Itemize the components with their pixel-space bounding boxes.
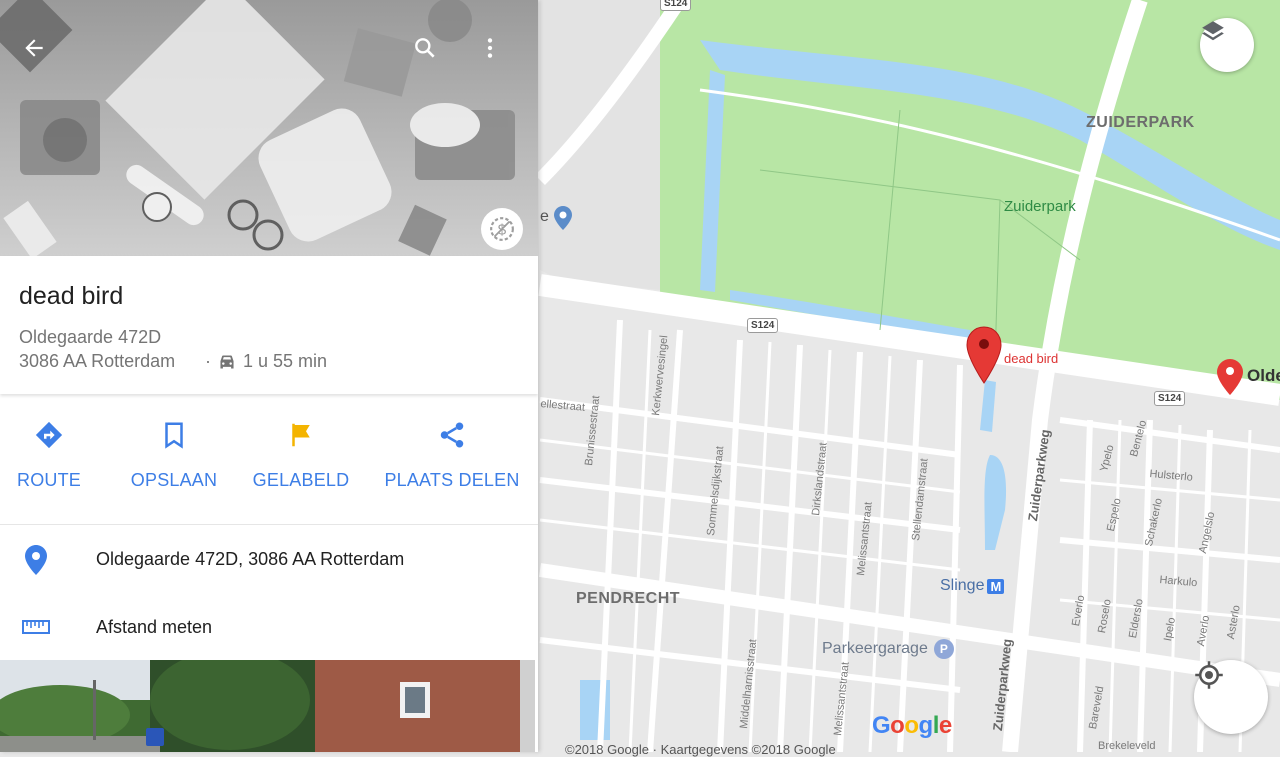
address-line2: 3086 AA Rotterdam	[19, 351, 176, 371]
directions-icon	[35, 421, 63, 449]
pin-label[interactable]: Olde	[1247, 366, 1280, 386]
layers-button[interactable]	[1200, 18, 1254, 72]
drive-time: · 1 u 55 min	[205, 351, 327, 372]
separator-dot: ·	[205, 351, 211, 371]
save-button[interactable]: OPSLAAN	[130, 420, 218, 491]
flag-icon	[292, 423, 310, 447]
map-copyright[interactable]: ©2018 Google · Kaartgegevens ©2018 Googl…	[565, 742, 836, 757]
my-location-button[interactable]	[1194, 660, 1268, 734]
search-button[interactable]	[405, 28, 445, 68]
share-place-label: PLAATS DELEN	[384, 470, 520, 490]
metro-station-label: Slinge	[940, 577, 985, 594]
street-label: Brekeleveld	[1098, 740, 1156, 752]
price-tag-icon: $	[490, 217, 514, 241]
google-logo: Google	[872, 712, 952, 739]
street-view-image	[0, 660, 535, 752]
parking-icon: P	[933, 639, 954, 659]
road-badge: S124	[660, 0, 692, 11]
search-icon	[415, 38, 435, 58]
street-view-photo[interactable]	[0, 660, 535, 752]
route-label: ROUTE	[17, 470, 81, 490]
place-hero-image: $	[0, 0, 538, 256]
share-place-button[interactable]: PLAATS DELEN	[384, 420, 520, 491]
district-pendrecht: PENDRECHT	[576, 590, 681, 607]
more-vert-icon	[487, 38, 493, 58]
car-icon	[220, 354, 234, 369]
full-address: Oldegaarde 472D, 3086 AA Rotterdam	[96, 549, 405, 569]
road-badge: S124	[747, 318, 779, 333]
shopping-illustration	[0, 0, 538, 256]
route-button[interactable]: ROUTE	[17, 420, 81, 491]
road-badge: S124	[1154, 391, 1186, 406]
place-panel: $ dead bird Oldegaarde 472D 3086 AA Rott…	[0, 0, 538, 752]
place-header	[0, 256, 538, 394]
parking-poi[interactable]: Parkeergarage P	[822, 639, 954, 659]
price-tag-badge: $	[481, 208, 523, 250]
divider	[0, 524, 538, 525]
location-pin-icon	[25, 545, 47, 575]
measure-distance-row[interactable]: Afstand meten	[0, 598, 538, 658]
labeled-button[interactable]: GELABELD	[253, 420, 349, 491]
pin-label[interactable]: dead bird	[1004, 351, 1058, 366]
more-options-button[interactable]	[470, 28, 510, 68]
back-button[interactable]	[14, 28, 54, 68]
partial-poi-label: e	[540, 208, 549, 225]
my-location-icon	[1195, 661, 1223, 689]
metro-station[interactable]: Slinge M	[940, 577, 1005, 595]
metro-icon: M	[987, 578, 1005, 594]
address-row[interactable]: Oldegaarde 472D, 3086 AA Rotterdam	[0, 530, 538, 590]
share-icon	[440, 422, 464, 448]
drive-time-text: 1 u 55 min	[243, 351, 328, 371]
place-title: dead bird	[19, 282, 124, 310]
measure-distance-label: Afstand meten	[96, 617, 213, 637]
parking-label: Parkeergarage	[822, 640, 928, 657]
layers-icon	[1202, 21, 1224, 41]
park-label[interactable]: Zuiderpark	[1004, 198, 1076, 215]
ruler-icon	[22, 620, 50, 634]
address-line1: Oldegaarde 472D	[19, 327, 162, 347]
back-arrow-icon	[25, 39, 43, 57]
labeled-label: GELABELD	[252, 470, 350, 490]
bookmark-icon	[165, 422, 183, 449]
save-label: OPSLAAN	[130, 470, 218, 490]
district-zuiderpark: ZUIDERPARK	[1086, 114, 1195, 131]
